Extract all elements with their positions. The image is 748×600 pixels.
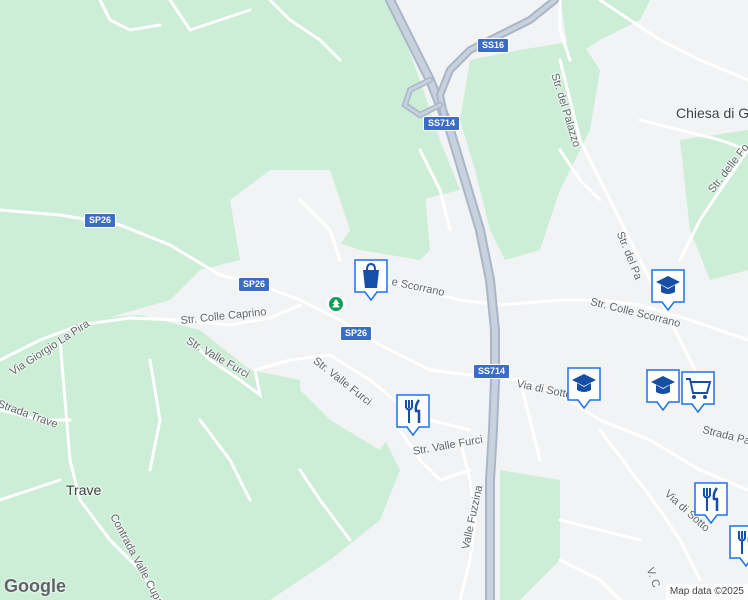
restaurant-icon (396, 394, 430, 437)
restaurant-pin-1[interactable] (395, 393, 431, 437)
shopping-bag-icon (354, 259, 388, 302)
place-label-chiesa: Chiesa di Go (676, 105, 748, 121)
restaurant-icon (694, 482, 728, 525)
school-icon (646, 369, 680, 412)
grocery-pin[interactable] (680, 370, 716, 414)
map-attribution[interactable]: Map data ©2025 (665, 584, 748, 600)
school-pin-2[interactable] (566, 366, 602, 410)
restaurant-pin-3[interactable] (728, 524, 748, 568)
route-shield-ss714: SS714 (423, 116, 461, 131)
school-pin-1[interactable] (650, 268, 686, 312)
route-shield-sp26: SP26 (340, 326, 373, 341)
map-canvas[interactable]: Chiesa di Go Trave Str. del Palazzo Str.… (0, 0, 748, 600)
school-icon (651, 269, 685, 312)
shopping-cart-icon (681, 371, 715, 414)
route-shield-sp26: SP26 (238, 277, 271, 292)
route-shield-sp26: SP26 (84, 213, 117, 228)
school-icon (567, 367, 601, 410)
google-logo[interactable]: Google (4, 576, 66, 597)
shopping-bag-pin[interactable] (353, 258, 389, 302)
school-pin-3[interactable] (645, 368, 681, 412)
restaurant-icon (729, 525, 748, 568)
park-icon[interactable] (327, 295, 345, 313)
restaurant-pin-2[interactable] (693, 481, 729, 525)
route-shield-ss714: SS714 (473, 364, 511, 379)
route-shield-ss16: SS16 (477, 38, 510, 53)
place-label-trave: Trave (66, 482, 102, 498)
